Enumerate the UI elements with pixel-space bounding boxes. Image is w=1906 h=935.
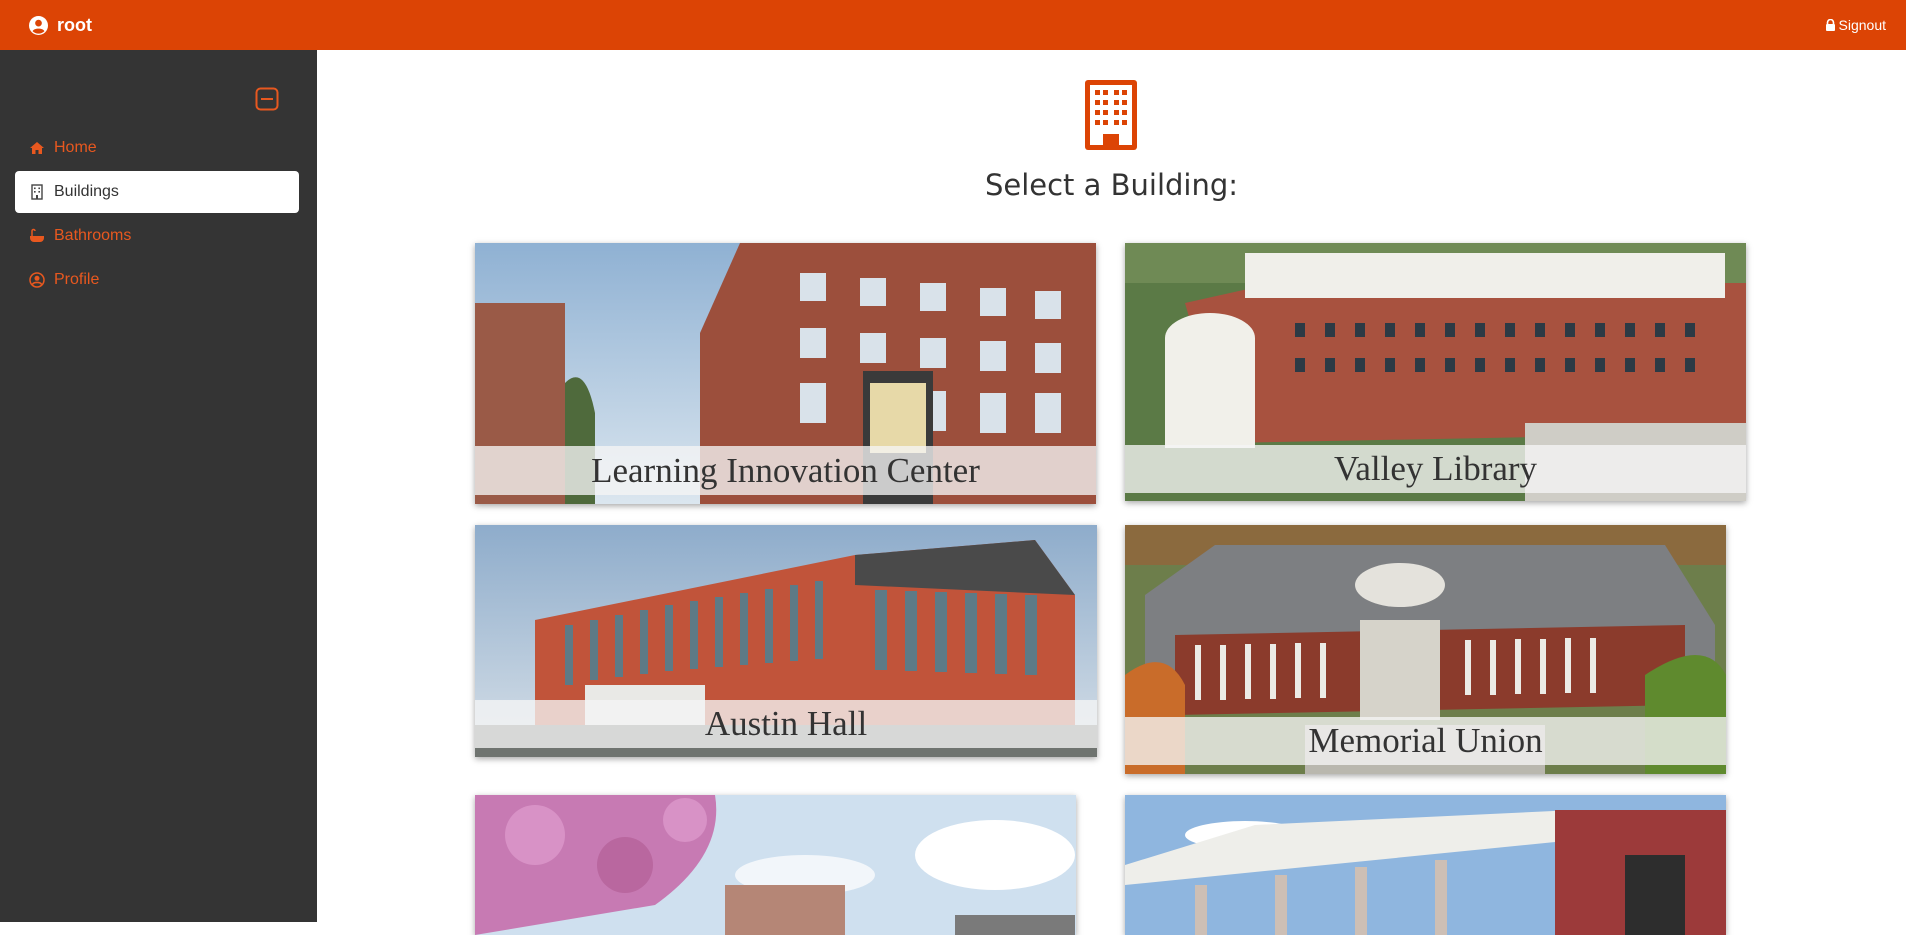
signout-label: Signout bbox=[1838, 17, 1886, 33]
building-photo bbox=[1125, 795, 1726, 935]
user-circle-icon bbox=[29, 272, 45, 288]
sidebar-item-home[interactable]: Home bbox=[15, 127, 299, 169]
collapse-icon[interactable] bbox=[255, 87, 279, 111]
building-icon bbox=[29, 184, 45, 200]
building-icon bbox=[1085, 80, 1137, 150]
building-card-caption: Valley Library bbox=[1125, 445, 1746, 493]
signout-button[interactable]: Signout bbox=[1825, 0, 1886, 50]
brand-username: root bbox=[57, 14, 92, 35]
sidebar-item-profile[interactable]: Profile bbox=[15, 259, 299, 301]
building-card-caption: Austin Hall bbox=[475, 700, 1097, 748]
sidebar-item-label: Profile bbox=[54, 271, 100, 288]
building-card-austin-hall[interactable]: Austin Hall bbox=[475, 525, 1097, 757]
sidebar-nav: Home Buildings Bathrooms Profile bbox=[15, 127, 299, 303]
sidebar-item-bathrooms[interactable]: Bathrooms bbox=[15, 215, 299, 257]
top-navbar: root Signout bbox=[0, 0, 1906, 50]
building-card-valley-library[interactable]: Valley Library bbox=[1125, 243, 1746, 501]
building-card-6[interactable] bbox=[1125, 795, 1726, 935]
main-content: Select a Building: Learning Innovation C… bbox=[317, 50, 1906, 935]
building-card-caption: Learning Innovation Center bbox=[475, 446, 1096, 495]
sidebar-item-label: Home bbox=[54, 139, 97, 156]
home-icon bbox=[29, 140, 45, 156]
building-card-caption: Memorial Union bbox=[1125, 717, 1726, 765]
building-card-memorial-union[interactable]: Memorial Union bbox=[1125, 525, 1726, 774]
building-card-learning-innovation-center[interactable]: Learning Innovation Center bbox=[475, 243, 1096, 504]
bathtub-icon bbox=[29, 228, 45, 244]
lock-icon bbox=[1825, 19, 1835, 31]
page-title: Select a Building: bbox=[984, 168, 1239, 202]
building-card-5[interactable] bbox=[475, 795, 1076, 935]
building-photo bbox=[475, 795, 1076, 935]
sidebar-item-label: Buildings bbox=[54, 183, 119, 200]
sidebar-item-buildings[interactable]: Buildings bbox=[15, 171, 299, 213]
user-circle-icon bbox=[29, 15, 48, 35]
sidebar-item-label: Bathrooms bbox=[54, 227, 132, 244]
brand[interactable]: root bbox=[29, 15, 92, 36]
sidebar: Home Buildings Bathrooms Profile bbox=[0, 50, 317, 922]
